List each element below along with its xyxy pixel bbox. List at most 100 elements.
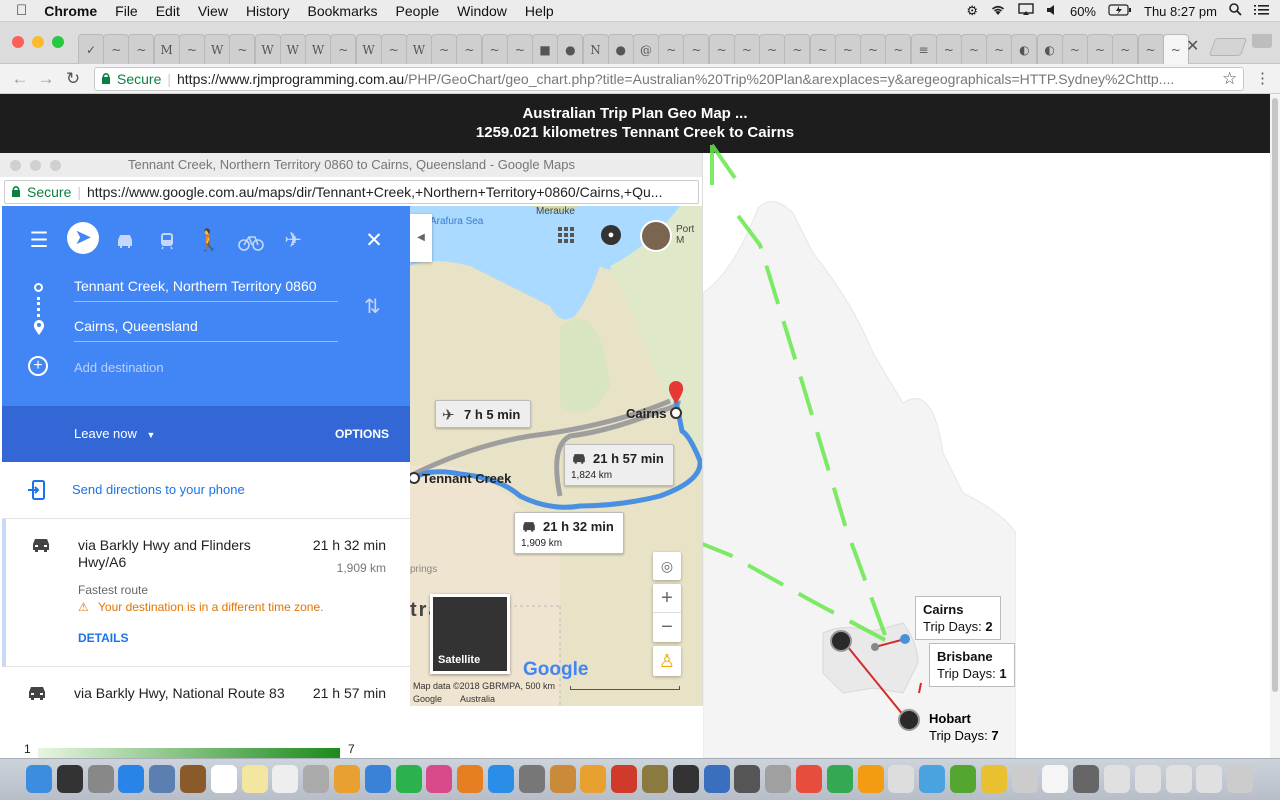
apple-icon[interactable]:  (0, 2, 35, 19)
dock-app-icon[interactable] (210, 765, 237, 793)
my-location-icon[interactable]: ◎ (653, 552, 681, 580)
dock-app-icon[interactable] (796, 765, 822, 793)
dock-app-icon[interactable] (87, 765, 114, 793)
wifi-icon[interactable] (990, 4, 1006, 19)
dock-app-icon[interactable] (1073, 765, 1100, 793)
menu-people[interactable]: People (387, 3, 449, 19)
dock-app-icon[interactable] (1104, 765, 1130, 793)
dock-app-icon[interactable] (980, 765, 1007, 793)
dock-app-icon[interactable] (703, 765, 730, 793)
dock-app-icon[interactable] (1011, 765, 1038, 793)
place-photo-pin[interactable] (898, 709, 920, 731)
browser-tab[interactable]: ~ (834, 34, 861, 64)
menu-window[interactable]: Window (448, 3, 516, 19)
account-avatar[interactable] (640, 220, 672, 252)
tab-close-icon[interactable]: ✕ (1186, 36, 1199, 56)
details-button[interactable]: DETAILS (78, 631, 128, 645)
dock-app-icon[interactable] (826, 765, 853, 793)
browser-tab[interactable]: ~ (784, 34, 811, 64)
bookmark-star-icon[interactable]: ☆ (1222, 69, 1237, 89)
browser-tab[interactable]: ~ (860, 34, 887, 64)
dock-app-icon[interactable] (241, 765, 268, 793)
notification-center-icon[interactable] (1254, 4, 1270, 19)
leave-now-dropdown[interactable]: Leave now ▼ (74, 426, 155, 441)
dock-app-icon[interactable] (857, 765, 884, 793)
apps-grid-icon[interactable] (558, 227, 574, 248)
dock-app-icon[interactable] (919, 765, 946, 793)
page-scrollbar-thumb[interactable] (1272, 98, 1278, 692)
window-close-button[interactable] (12, 36, 24, 48)
browser-tab[interactable]: ~ (481, 34, 508, 64)
dock-app-icon[interactable] (580, 765, 607, 793)
dock-app-icon[interactable] (642, 765, 668, 793)
browser-tab[interactable]: N (582, 34, 609, 64)
dock-app-icon[interactable] (1134, 765, 1161, 793)
dock-app-icon[interactable] (457, 765, 484, 793)
flight-time-callout[interactable]: ✈ 7 h 5 min (435, 400, 531, 428)
walk-mode-icon[interactable]: 🚶 (192, 226, 226, 256)
satellite-toggle[interactable]: Satellite (430, 594, 510, 674)
browser-tab[interactable]: ~ (1162, 34, 1189, 64)
new-tab-button[interactable] (1208, 38, 1248, 56)
menu-clock[interactable]: Thu 8:27 pm (1144, 4, 1217, 19)
battery-icon[interactable] (1108, 3, 1132, 19)
browser-tab[interactable]: ~ (759, 34, 786, 64)
destination-marker[interactable] (670, 407, 682, 419)
browser-tab[interactable]: ~ (229, 34, 256, 64)
browser-tab[interactable]: W (204, 34, 231, 64)
dock-app-icon[interactable] (1165, 765, 1192, 793)
browser-tab[interactable]: ~ (1061, 34, 1088, 64)
browser-tab[interactable]: ~ (885, 34, 912, 64)
marker-cairns[interactable] (900, 634, 910, 644)
browser-tab[interactable]: M (153, 34, 180, 64)
map-canvas[interactable]: Arafura Sea Merauke Port M Cairns Tennan… (410, 206, 702, 706)
flight-mode-icon[interactable]: ✈ (276, 226, 310, 256)
dock-app-icon[interactable] (56, 765, 83, 793)
dock-app-icon[interactable] (549, 765, 576, 793)
spotlight-search-icon[interactable] (1229, 3, 1242, 19)
menu-app-name[interactable]: Chrome (35, 3, 106, 19)
dock-app-icon[interactable] (149, 765, 176, 793)
menu-edit[interactable]: Edit (147, 3, 189, 19)
route-option-alt[interactable]: via Barkly Hwy, National Route 83 21 h 5… (2, 667, 410, 706)
origin-marker[interactable] (410, 472, 420, 484)
browser-tab[interactable]: ~ (178, 34, 205, 64)
browser-tab[interactable]: ◐ (1011, 34, 1038, 64)
airplay-icon[interactable] (1018, 3, 1034, 19)
marker-tennant[interactable] (871, 643, 879, 651)
browser-tab[interactable]: ~ (431, 34, 458, 64)
main-route-callout[interactable]: 21 h 32 min 1,909 km (514, 512, 624, 554)
browser-tab[interactable]: ~ (103, 34, 130, 64)
maps-window-minimize[interactable] (30, 160, 41, 171)
browser-tab[interactable]: ● (557, 34, 584, 64)
origin-field[interactable]: Tennant Creek, Northern Territory 0860 (74, 276, 338, 302)
destination-field[interactable]: Cairns, Queensland (74, 316, 338, 342)
dock-app-icon[interactable] (611, 765, 638, 793)
browser-tab[interactable]: ~ (809, 34, 836, 64)
browser-tab[interactable]: W (279, 34, 306, 64)
maps-window-close[interactable] (10, 160, 21, 171)
browser-tab[interactable]: ~ (506, 34, 533, 64)
drive-mode-icon[interactable] (108, 226, 142, 256)
profile-icon[interactable] (1252, 34, 1272, 48)
dock-app-icon[interactable] (118, 765, 145, 793)
swap-icon[interactable]: ⇅ (364, 294, 381, 319)
dock-app-icon[interactable] (1196, 765, 1223, 793)
browser-tab[interactable]: ● (607, 34, 634, 64)
menu-bookmarks[interactable]: Bookmarks (299, 3, 387, 19)
browser-tab[interactable]: ~ (986, 34, 1013, 64)
dock-app-icon[interactable] (303, 765, 330, 793)
browser-tab[interactable]: ~ (683, 34, 710, 64)
menu-view[interactable]: View (189, 3, 237, 19)
browser-tab[interactable]: ~ (330, 34, 357, 64)
browser-tab[interactable]: ■ (532, 34, 559, 64)
dock-app-icon[interactable] (734, 765, 761, 793)
transit-mode-icon[interactable] (150, 226, 184, 256)
browser-tab[interactable]: ~ (960, 34, 987, 64)
dock-app-icon[interactable] (395, 765, 422, 793)
dock-app-icon[interactable] (765, 765, 792, 793)
notifications-bell-icon[interactable]: ● (601, 225, 621, 245)
maps-url-bar[interactable]: Secure | https://www.google.com.au/maps/… (4, 180, 699, 204)
dock-app-icon[interactable] (950, 765, 976, 793)
dock-app-icon[interactable] (180, 765, 206, 793)
